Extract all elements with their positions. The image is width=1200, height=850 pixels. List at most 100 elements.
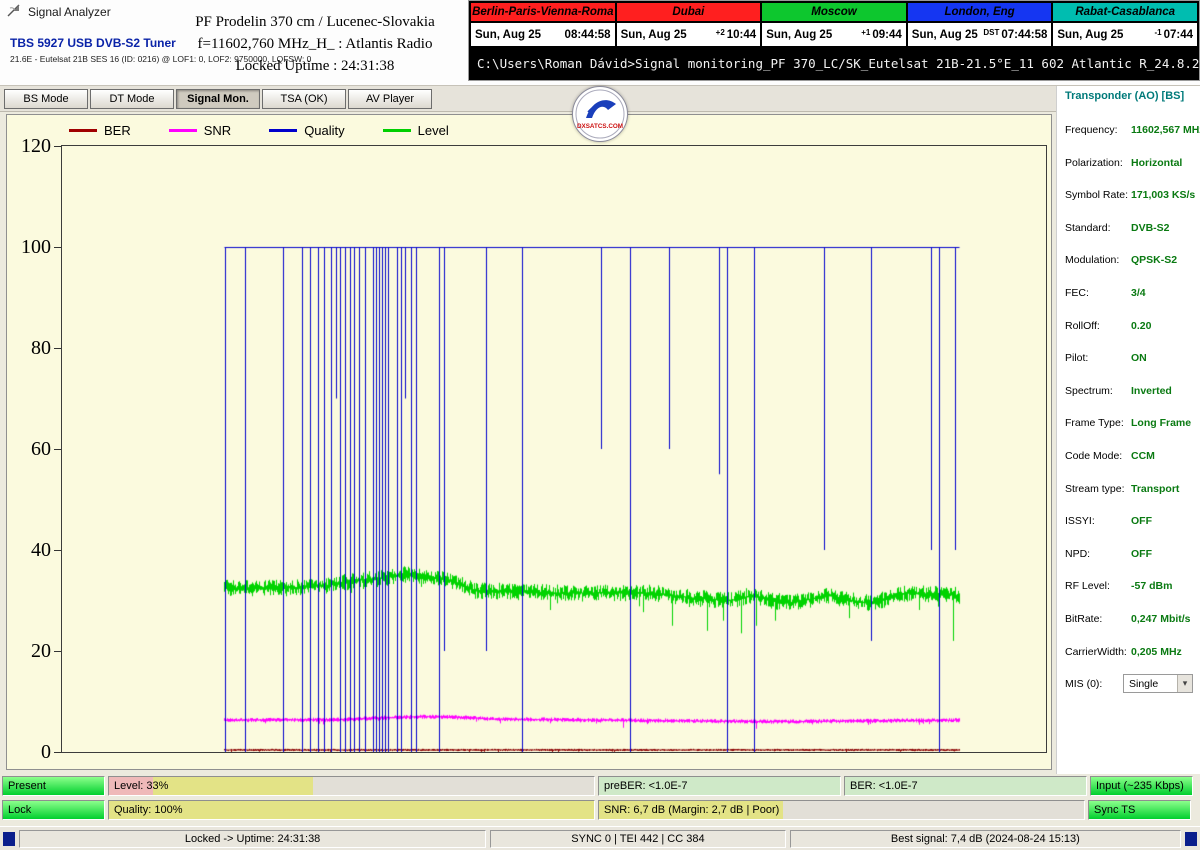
param-value: 0.20 — [1131, 320, 1151, 332]
param-row-fec: FEC:3/4 — [1065, 287, 1198, 320]
clock-time: 08:44:58 — [565, 29, 611, 41]
legend-swatch-quality — [269, 129, 297, 132]
param-label: Pilot: — [1065, 352, 1088, 364]
param-row-issyi: ISSYI:OFF — [1065, 515, 1198, 548]
legend-label: SNR — [204, 123, 231, 138]
chevron-down-icon: ▾ — [1177, 675, 1192, 692]
legend-label: Quality — [304, 123, 344, 138]
param-row-npd: NPD:OFF — [1065, 548, 1198, 581]
param-label: BitRate: — [1065, 613, 1102, 625]
console-line: C:\Users\Roman Dávid>Signal monitoring_P… — [469, 48, 1199, 78]
param-row-bitrate: BitRate:0,247 Mbit/s — [1065, 613, 1198, 646]
chart-plot-area — [61, 145, 1047, 753]
param-label: RollOff: — [1065, 320, 1100, 332]
y-axis-label: 0 — [7, 741, 51, 763]
param-value: -57 dBm — [1131, 580, 1172, 592]
clock-column-berlin-paris-vienna-roma: Berlin-Paris-Vienna-Roma Sun, Aug 25 08:44… — [471, 3, 615, 46]
status-label: Present — [8, 780, 46, 792]
status-input-235-kbps: Input (~235 Kbps) — [1090, 776, 1193, 796]
clock-column-moscow: MoscowSun, Aug 25+109:44 — [762, 3, 906, 46]
status-label: Quality: 100% — [114, 804, 182, 816]
clock-utc-offset: +2 — [716, 28, 725, 37]
param-label: Spectrum: — [1065, 385, 1113, 397]
clock-time-group: 08:44:58 — [565, 29, 611, 41]
y-axis-label: 40 — [7, 539, 51, 561]
param-label: NPD: — [1065, 548, 1090, 560]
param-row-mis-0: MIS (0):Single▾ — [1065, 678, 1198, 711]
world-clock-panel: Berlin-Paris-Vienna-Roma Sun, Aug 25 08:44… — [468, 0, 1200, 81]
console-text: C:\Users\Roman Dávid>Signal monitoring_P… — [477, 56, 1199, 71]
legend-item-ber: BER — [69, 123, 131, 138]
param-label: ISSYI: — [1065, 515, 1095, 527]
clock-city-label: Rabat-Casablanca — [1053, 3, 1197, 21]
clock-date: Sun, Aug 25 — [912, 29, 978, 41]
dxsatcs-logo-text: DXSATCS.COM — [577, 123, 623, 130]
status-present: Present — [2, 776, 105, 796]
dxsatcs-logo: DXSATCS.COM — [572, 86, 628, 142]
status-label: Lock — [8, 804, 31, 816]
param-label: Code Mode: — [1065, 450, 1122, 462]
param-row-modulation: Modulation:QPSK-S2 — [1065, 254, 1198, 287]
legend-item-level: Level — [383, 123, 449, 138]
statusbar-right-cap — [1185, 832, 1197, 846]
param-value: CCM — [1131, 450, 1155, 462]
status-quality-100: Quality: 100% — [108, 800, 595, 820]
param-value: QPSK-S2 — [1131, 254, 1177, 266]
param-label: RF Level: — [1065, 580, 1110, 592]
clock-utc-offset: DST — [983, 28, 999, 37]
y-axis-label: 20 — [7, 640, 51, 662]
statusbar-best-signal: Best signal: 7,4 dB (2024-08-24 15:13) — [790, 830, 1181, 848]
param-value: Transport — [1131, 483, 1179, 495]
bar-fill-segment — [153, 777, 313, 795]
tab-bs-mode[interactable]: BS Mode — [4, 89, 88, 109]
tab-signal-mon[interactable]: Signal Mon. — [176, 89, 260, 109]
app-icon — [6, 2, 22, 23]
clock-datetime: Sun, Aug 25-107:44 — [1053, 23, 1197, 46]
clock-column-rabat-casablanca: Rabat-Casablanca Sun, Aug 25-107:44 — [1053, 3, 1197, 46]
tab-dt-mode[interactable]: DT Mode — [90, 89, 174, 109]
clock-time: 10:44 — [727, 29, 756, 41]
mis-select[interactable]: Single▾ — [1123, 674, 1193, 693]
clock-time: 09:44 — [872, 29, 901, 41]
y-axis-tick — [54, 449, 61, 450]
clock-time-group: +109:44 — [861, 29, 902, 41]
status-label: SNR: 6,7 dB (Margin: 2,7 dB | Poor) — [604, 804, 779, 816]
tab-tsa-ok[interactable]: TSA (OK) — [262, 89, 346, 109]
param-row-rolloff: RollOff: 0.20 — [1065, 320, 1198, 353]
status-sync-ts: Sync TS — [1088, 800, 1191, 820]
param-value: 171,003 KS/s — [1131, 189, 1195, 201]
clock-datetime: Sun, Aug 25 08:44:58 — [471, 23, 615, 46]
clock-time: 07:44:58 — [1001, 29, 1047, 41]
param-row-stream-type: Stream type:Transport — [1065, 483, 1198, 516]
session-title: PF Prodelin 370 cm / Lucenec-Slovakia f=… — [150, 12, 480, 77]
signal-analyzer-window: Signal Analyzer TBS 5927 USB DVB-S2 Tune… — [0, 0, 1200, 850]
clock-utc-offset: +1 — [861, 28, 870, 37]
transponder-header: Transponder (AO) [BS] — [1065, 90, 1198, 102]
param-row-spectrum: Spectrum:Inverted — [1065, 385, 1198, 418]
y-axis-tick — [54, 651, 61, 652]
clock-city-label: Dubai — [617, 3, 761, 21]
locked-uptime-title: Locked Uptime : 24:31:38 — [150, 56, 480, 78]
param-value: Long Frame — [1131, 417, 1191, 429]
tab-av-player[interactable]: AV Player — [348, 89, 432, 109]
param-row-frequency: Frequency:11602,567 MHz — [1065, 124, 1198, 157]
param-label: FEC: — [1065, 287, 1089, 299]
y-axis-label: 100 — [7, 236, 51, 258]
window-titlebar: Signal Analyzer — [0, 0, 111, 24]
status-label: BER: <1.0E-7 — [850, 780, 918, 792]
y-axis-tick — [54, 348, 61, 349]
status-preber-1-0e-7: preBER: <1.0E-7 — [598, 776, 841, 796]
transponder-sidebar: Transponder (AO) [BS] Frequency:11602,56… — [1056, 86, 1200, 774]
world-clocks: Berlin-Paris-Vienna-Roma Sun, Aug 25 08:44… — [469, 1, 1199, 48]
param-label: Frame Type: — [1065, 417, 1124, 429]
bar-fill-track — [109, 777, 594, 795]
status-label: Input (~235 Kbps) — [1096, 780, 1184, 792]
y-axis-tick — [54, 752, 61, 753]
statusbar-uptime: Locked -> Uptime: 24:31:38 — [19, 830, 486, 848]
clock-city-label: Berlin-Paris-Vienna-Roma — [471, 3, 615, 21]
param-value: ON — [1131, 352, 1147, 364]
clock-date: Sun, Aug 25 — [1057, 29, 1123, 41]
param-row-frame-type: Frame Type: Long Frame — [1065, 417, 1198, 450]
clock-date: Sun, Aug 25 — [475, 29, 541, 41]
param-label: MIS (0): — [1065, 678, 1102, 690]
